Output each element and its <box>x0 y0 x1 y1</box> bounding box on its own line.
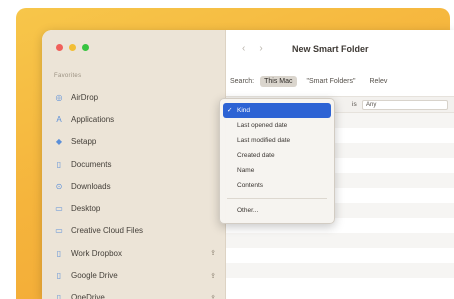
sidebar-item-label: Downloads <box>71 181 111 191</box>
sidebar-item-label: Applications <box>71 114 115 124</box>
window-controls <box>56 44 89 51</box>
menu-item-label: Last opened date <box>237 122 288 129</box>
scope-relevance[interactable]: Relev <box>365 76 391 87</box>
menu-item-kind[interactable]: ✓ Kind <box>223 103 331 118</box>
sidebar-item-applications[interactable]: A Applications <box>52 108 220 130</box>
menu-separator <box>227 198 327 199</box>
sidebar-list: ◎ AirDrop A Applications ◆ Setapp ▯ Documents ⊙ D… <box>52 86 220 299</box>
menu-item-last-opened-date[interactable]: Last opened date <box>223 118 331 133</box>
sidebar-item-label: OneDrive <box>71 293 105 299</box>
back-chevron-icon[interactable]: ‹ <box>242 43 245 54</box>
sidebar-item-creative-cloud-files[interactable]: ▭ Creative Cloud Files <box>52 220 220 242</box>
result-row <box>226 278 454 293</box>
sidebar-item-google-drive[interactable]: ▯ Google Drive ⇪ <box>52 264 220 286</box>
sidebar-section-header: Favorites <box>54 73 82 79</box>
scope-smart-folders[interactable]: "Smart Folders" <box>303 76 360 87</box>
sidebar-item-onedrive[interactable]: ▯ OneDrive ⇪ <box>52 287 220 299</box>
menu-item-label: Name <box>237 167 255 174</box>
menu-item-last-modified-date[interactable]: Last modified date <box>223 133 331 148</box>
sidebar: Favorites ◎ AirDrop A Applications ◆ Setapp ▯ D… <box>42 30 226 299</box>
document-icon: ▯ <box>56 159 62 169</box>
scope-this-mac[interactable]: This Mac <box>260 76 297 87</box>
sidebar-item-desktop[interactable]: ▭ Desktop <box>52 197 220 219</box>
sidebar-item-setapp[interactable]: ◆ Setapp <box>52 131 220 153</box>
search-scope-bar: Search: This Mac "Smart Folders" Relev <box>230 76 397 87</box>
navigation-arrows: ‹ › <box>242 43 263 54</box>
menu-item-label: Created date <box>237 152 275 159</box>
attribute-popup-menu: ✓ Kind Last opened date Last modified date C… <box>219 98 335 224</box>
folder-icon: ▯ <box>56 248 62 258</box>
criteria-operator[interactable]: is <box>352 101 357 108</box>
applications-icon: A <box>56 114 62 124</box>
sidebar-item-label: Documents <box>71 159 112 169</box>
checkmark-icon: ✓ <box>227 107 233 114</box>
result-row <box>226 248 454 263</box>
sidebar-item-downloads[interactable]: ⊙ Downloads <box>52 175 220 197</box>
sidebar-item-airdrop[interactable]: ◎ AirDrop <box>52 86 220 108</box>
sidebar-item-label: Setapp <box>71 137 97 147</box>
menu-item-other[interactable]: Other... <box>223 203 331 218</box>
menu-item-label: Contents <box>237 182 264 189</box>
menu-item-label: Kind <box>237 107 251 114</box>
menu-item-name[interactable]: Name <box>223 163 331 178</box>
cloud-sync-icon: ⇪ <box>210 250 216 258</box>
search-label: Search: <box>230 78 255 85</box>
airdrop-icon: ◎ <box>55 92 63 102</box>
sidebar-item-label: AirDrop <box>71 92 99 102</box>
sidebar-item-work-dropbox[interactable]: ▯ Work Dropbox ⇪ <box>52 242 220 264</box>
menu-item-label: Last modified date <box>237 137 291 144</box>
cloud-sync-icon: ⇪ <box>210 272 216 280</box>
zoom-button[interactable] <box>82 44 89 51</box>
downloads-icon: ⊙ <box>55 181 63 191</box>
result-row <box>226 233 454 248</box>
sidebar-item-label: Work Dropbox <box>71 248 122 258</box>
forward-chevron-icon[interactable]: › <box>259 43 262 54</box>
sidebar-item-label: Creative Cloud Files <box>71 226 144 236</box>
cloud-sync-icon: ⇪ <box>210 294 216 299</box>
desktop-icon: ▭ <box>55 204 63 214</box>
folder-icon: ▯ <box>56 293 62 299</box>
result-row <box>226 263 454 278</box>
menu-items: ✓ Kind Last opened date Last modified date C… <box>223 103 331 193</box>
window-title: New Smart Folder <box>292 44 369 54</box>
menu-item-contents[interactable]: Contents <box>223 178 331 193</box>
folder-icon: ▯ <box>56 271 62 281</box>
sidebar-item-label: Google Drive <box>71 271 118 281</box>
close-button[interactable] <box>56 44 63 51</box>
criteria-value-field[interactable]: Any <box>362 100 448 110</box>
setapp-icon: ◆ <box>55 137 63 147</box>
sidebar-item-label: Desktop <box>71 204 101 214</box>
folder-icon: ▭ <box>55 226 63 236</box>
minimize-button[interactable] <box>69 44 76 51</box>
menu-item-created-date[interactable]: Created date <box>223 148 331 163</box>
sidebar-item-documents[interactable]: ▯ Documents <box>52 153 220 175</box>
